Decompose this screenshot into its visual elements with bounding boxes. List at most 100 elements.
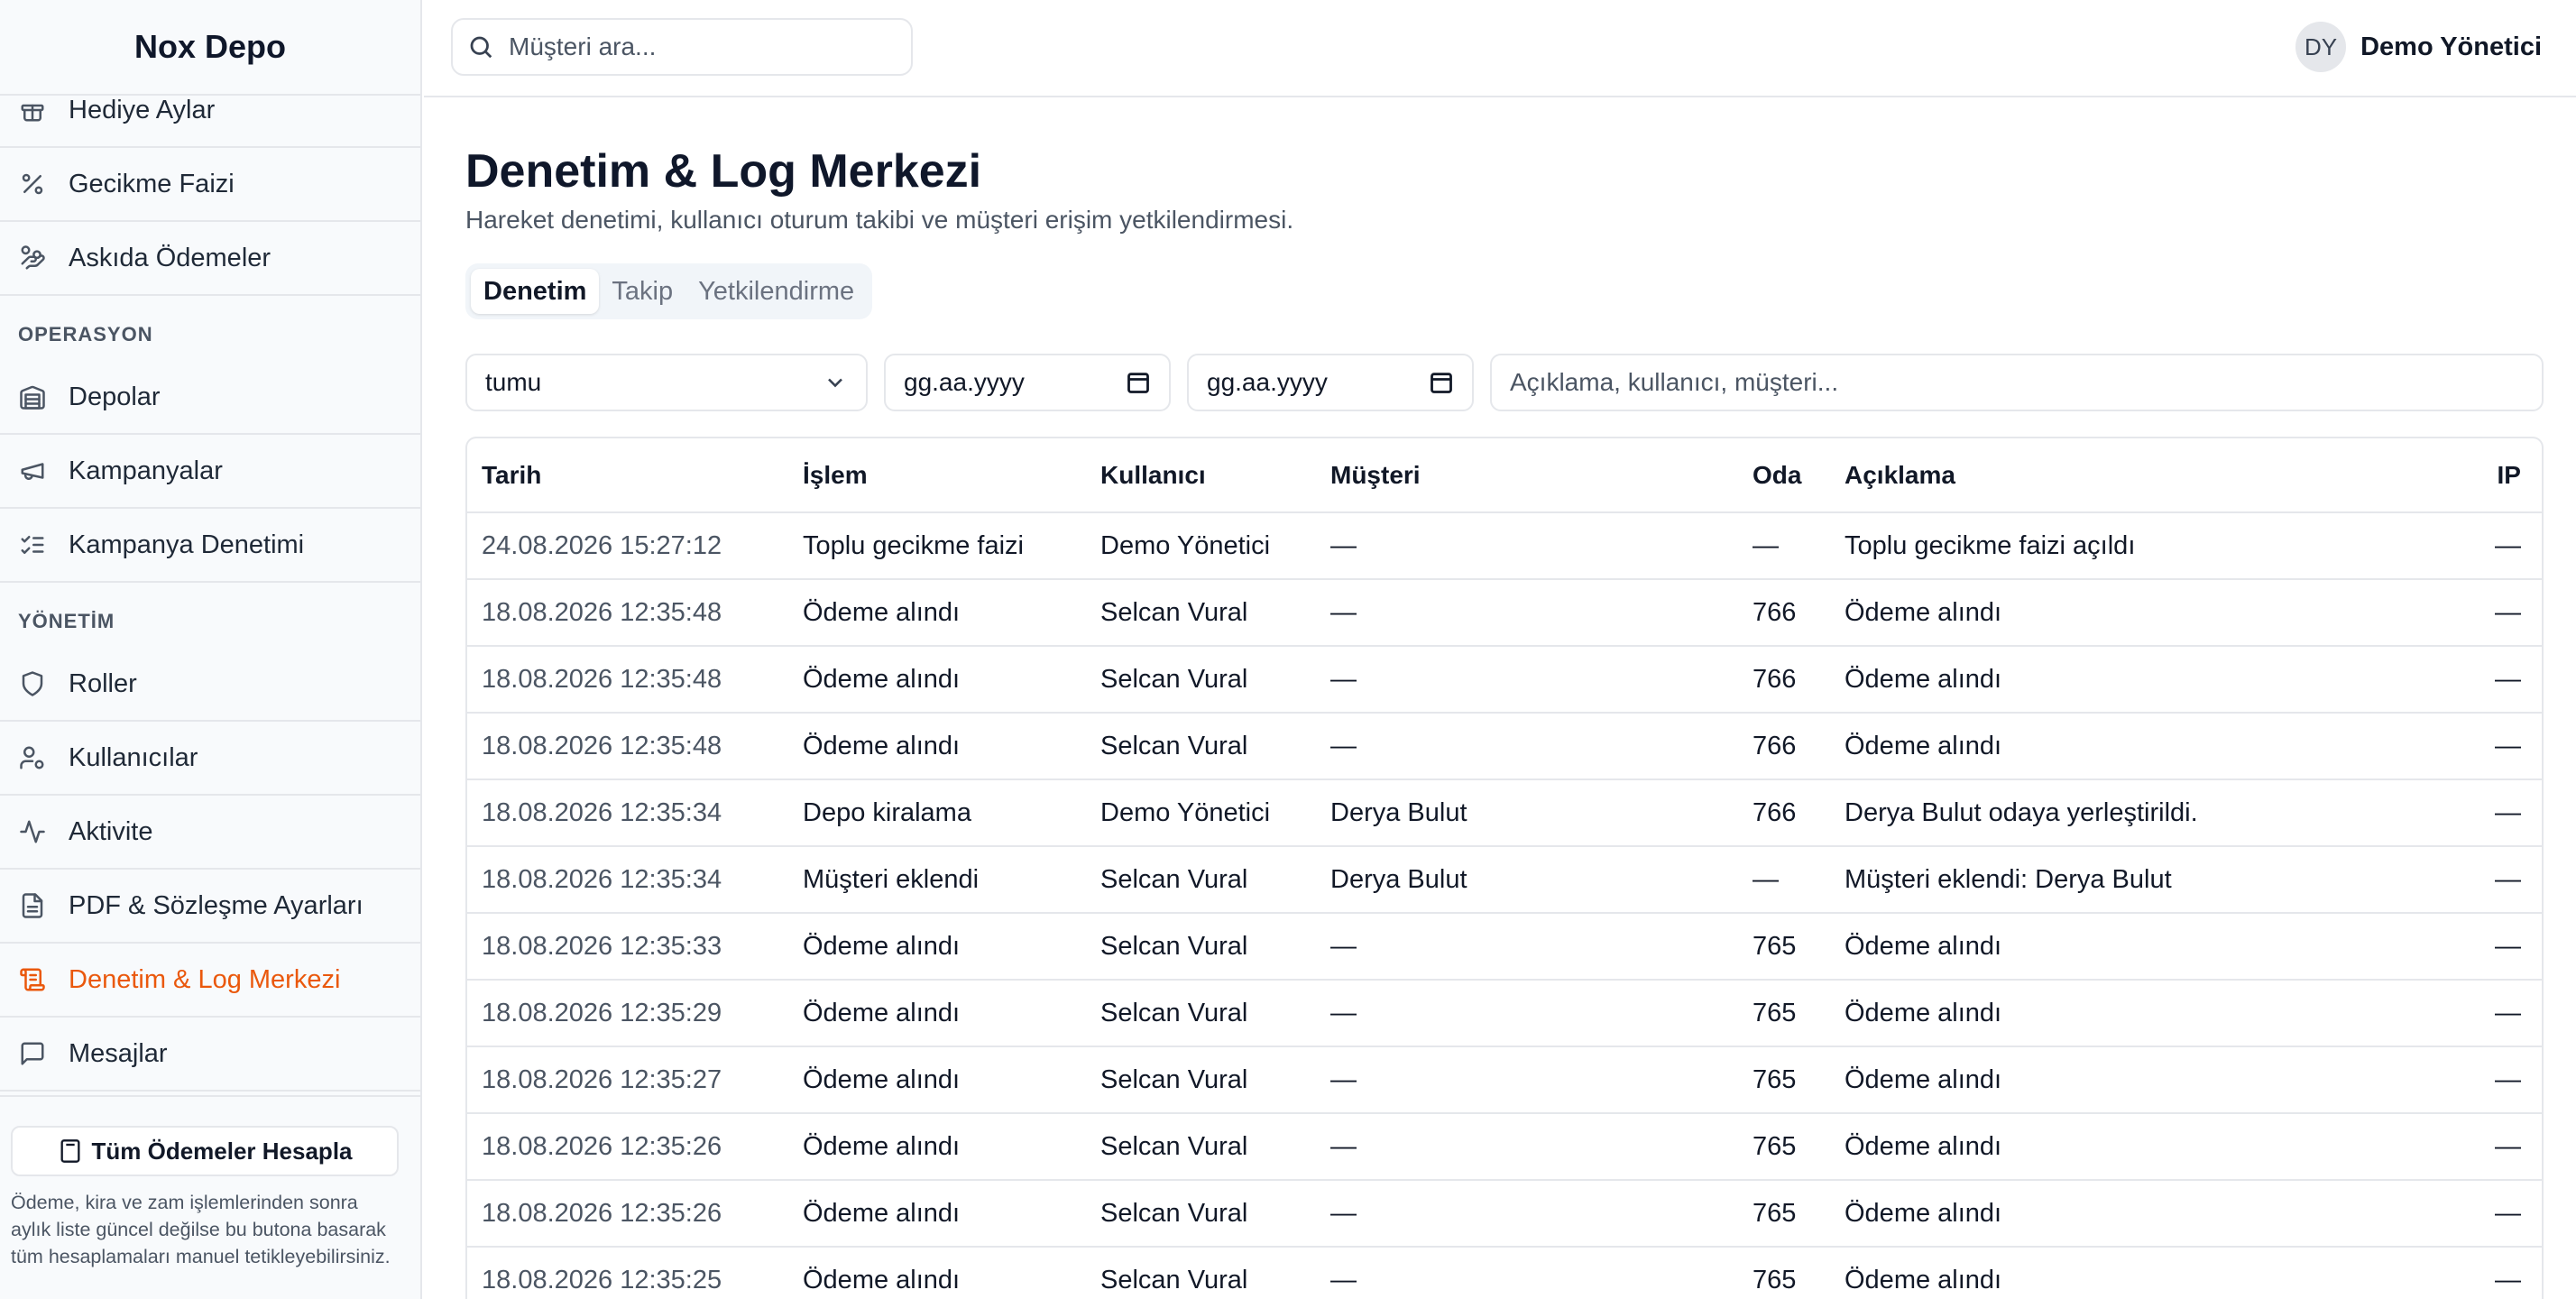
cell-islem: Depo kiralama — [788, 779, 1086, 847]
column-header-kullanici[interactable]: Kullanıcı — [1086, 438, 1316, 513]
cell-kullanici: Selcan Vural — [1086, 1046, 1316, 1114]
section-header-operasyon: OPERASYON — [18, 323, 153, 345]
column-header-oda[interactable]: Oda — [1738, 438, 1830, 513]
file-text-icon — [18, 891, 47, 920]
calculate-all-payments-button[interactable]: Tüm Ödemeler Hesapla — [11, 1126, 399, 1176]
cell-ip: — — [2452, 1046, 2542, 1114]
cell-musteri: — — [1316, 1113, 1738, 1181]
sidebar-item-label: Kampanya Denetimi — [69, 530, 305, 559]
date-from-value: gg.aa.yyyy — [904, 368, 1025, 396]
table-row[interactable]: 18.08.2026 12:35:25 Ödeme alındı Selcan Vu… — [467, 1247, 2542, 1299]
cell-musteri: — — [1316, 1180, 1738, 1248]
type-filter-select[interactable]: tumu — [465, 354, 868, 411]
sidebar-item-kullanicilar[interactable]: Kullanıcılar — [0, 722, 420, 796]
table-row[interactable]: 24.08.2026 15:27:12 Toplu gecikme faizi De… — [467, 512, 2542, 580]
page-subtitle: Hareket denetimi, kullanıcı oturum takib… — [465, 206, 1294, 234]
tab-yetkilendirme[interactable]: Yetkilendirme — [685, 269, 867, 314]
table-row[interactable]: 18.08.2026 12:35:26 Ödeme alındı Selcan Vu… — [467, 1180, 2542, 1248]
tab-bar: Denetim Takip Yetkilendirme — [465, 263, 873, 319]
list-checks-icon — [18, 530, 47, 559]
cell-tarih: 18.08.2026 12:35:25 — [467, 1247, 788, 1299]
cell-islem: Toplu gecikme faizi — [788, 512, 1086, 580]
calculator-icon — [60, 1139, 79, 1163]
column-header-aciklama[interactable]: Açıklama — [1830, 438, 2452, 513]
cell-tarih: 18.08.2026 12:35:48 — [467, 579, 788, 647]
cell-oda: 766 — [1738, 579, 1830, 647]
column-header-islem[interactable]: İşlem — [788, 438, 1086, 513]
cell-tarih: 18.08.2026 12:35:26 — [467, 1180, 788, 1248]
table-row[interactable]: 18.08.2026 12:35:34 Müşteri eklendi Selcan… — [467, 846, 2542, 914]
sidebar-item-hediye-aylar[interactable]: Hediye Aylar — [0, 96, 420, 148]
sidebar-item-label: Gecikme Faizi — [69, 169, 235, 198]
table-row[interactable]: 18.08.2026 12:35:29 Ödeme alındı Selcan Vu… — [467, 980, 2542, 1047]
cell-musteri: Derya Bulut — [1316, 846, 1738, 914]
cell-kullanici: Selcan Vural — [1086, 1180, 1316, 1248]
cell-islem: Ödeme alındı — [788, 1247, 1086, 1299]
calendar-icon[interactable] — [1429, 370, 1454, 395]
table-row[interactable]: 18.08.2026 12:35:48 Ödeme alındı Selcan Vu… — [467, 646, 2542, 714]
search-icon — [470, 36, 492, 59]
column-header-musteri[interactable]: Müşteri — [1316, 438, 1738, 513]
sidebar-item-label: Hediye Aylar — [69, 96, 216, 124]
text-filter-input[interactable]: Açıklama, kullanıcı, müşteri... — [1490, 354, 2544, 411]
sidebar-item-gecikme-faizi[interactable]: Gecikme Faizi — [0, 148, 420, 222]
sidebar-item-kampanya-denetimi[interactable]: Kampanya Denetimi — [0, 509, 420, 583]
avatar: DY — [2295, 22, 2347, 72]
table-row[interactable]: 18.08.2026 12:35:34 Depo kiralama Demo Yön… — [467, 779, 2542, 847]
cell-ip: — — [2452, 980, 2542, 1047]
column-header-tarih[interactable]: Tarih — [467, 438, 788, 513]
sidebar-item-askida-odemeler[interactable]: Askıda Ödemeler — [0, 222, 420, 296]
cell-oda: — — [1738, 846, 1830, 914]
cell-aciklama: Ödeme alındı — [1830, 1180, 2452, 1248]
brand-logo[interactable]: Nox Depo — [0, 0, 420, 96]
cell-kullanici: Selcan Vural — [1086, 1113, 1316, 1181]
cell-musteri: — — [1316, 913, 1738, 981]
sidebar-item-kampanyalar[interactable]: Kampanyalar — [0, 435, 420, 509]
footer-note: Ödeme, kira ve zam işlemlerinden sonra a… — [11, 1192, 391, 1267]
table-row[interactable]: 18.08.2026 12:35:48 Ödeme alındı Selcan Vu… — [467, 579, 2542, 647]
cell-oda: 766 — [1738, 713, 1830, 780]
cell-tarih: 18.08.2026 12:35:34 — [467, 779, 788, 847]
cell-tarih: 18.08.2026 12:35:34 — [467, 846, 788, 914]
shield-icon — [18, 669, 47, 698]
cell-kullanici: Demo Yönetici — [1086, 512, 1316, 580]
cell-kullanici: Selcan Vural — [1086, 913, 1316, 981]
table-row[interactable]: 18.08.2026 12:35:48 Ödeme alındı Selcan Vu… — [467, 713, 2542, 780]
date-from-field[interactable]: gg.aa.yyyy — [884, 354, 1171, 411]
cell-tarih: 18.08.2026 12:35:26 — [467, 1113, 788, 1181]
sidebar-item-mesajlar[interactable]: Mesajlar — [0, 1018, 420, 1092]
date-to-field[interactable]: gg.aa.yyyy — [1187, 354, 1474, 411]
user-menu[interactable]: DY Demo Yönetici — [2295, 22, 2542, 72]
sidebar-nav: Hediye Aylar Gecikme Faizi Askıda Ödemel… — [0, 96, 420, 1095]
sidebar-item-roller[interactable]: Roller — [0, 648, 420, 722]
table-row[interactable]: 18.08.2026 12:35:33 Ödeme alındı Selcan Vu… — [467, 913, 2542, 981]
page-title: Denetim & Log Merkezi — [465, 145, 982, 198]
calendar-icon[interactable] — [1126, 370, 1151, 395]
customer-search[interactable] — [451, 18, 913, 76]
cell-ip: — — [2452, 512, 2542, 580]
sidebar-item-denetim-log[interactable]: Denetim & Log Merkezi — [0, 944, 420, 1018]
tab-denetim[interactable]: Denetim — [471, 269, 600, 314]
search-input[interactable] — [509, 32, 888, 61]
sidebar-footer: Tüm Ödemeler Hesapla Ödeme, kira ve zam … — [0, 1095, 420, 1299]
sidebar-item-depolar[interactable]: Depolar — [0, 361, 420, 435]
sidebar-item-label: Kullanıcılar — [69, 742, 198, 772]
table-row[interactable]: 18.08.2026 12:35:26 Ödeme alındı Selcan Vu… — [467, 1113, 2542, 1181]
sidebar-item-aktivite[interactable]: Aktivite — [0, 796, 420, 870]
cell-aciklama: Derya Bulut odaya yerleştirildi. — [1830, 779, 2452, 847]
cell-kullanici: Selcan Vural — [1086, 846, 1316, 914]
cell-ip: — — [2452, 713, 2542, 780]
cell-musteri: Derya Bulut — [1316, 779, 1738, 847]
sidebar-item-pdf-sozlesme[interactable]: PDF & Sözleşme Ayarları — [0, 870, 420, 944]
cell-musteri: — — [1316, 646, 1738, 714]
table-row[interactable]: 18.08.2026 12:35:27 Ödeme alındı Selcan Vu… — [467, 1046, 2542, 1114]
user-cog-icon — [18, 743, 47, 772]
cell-ip: — — [2452, 779, 2542, 847]
sidebar-item-label: Kampanyalar — [69, 456, 223, 485]
cell-islem: Ödeme alındı — [788, 913, 1086, 981]
column-header-ip[interactable]: IP — [2452, 438, 2542, 513]
cell-aciklama: Toplu gecikme faizi açıldı — [1830, 512, 2452, 580]
cell-ip: — — [2452, 846, 2542, 914]
tab-takip[interactable]: Takip — [599, 269, 685, 314]
cell-aciklama: Müşteri eklendi: Derya Bulut — [1830, 846, 2452, 914]
